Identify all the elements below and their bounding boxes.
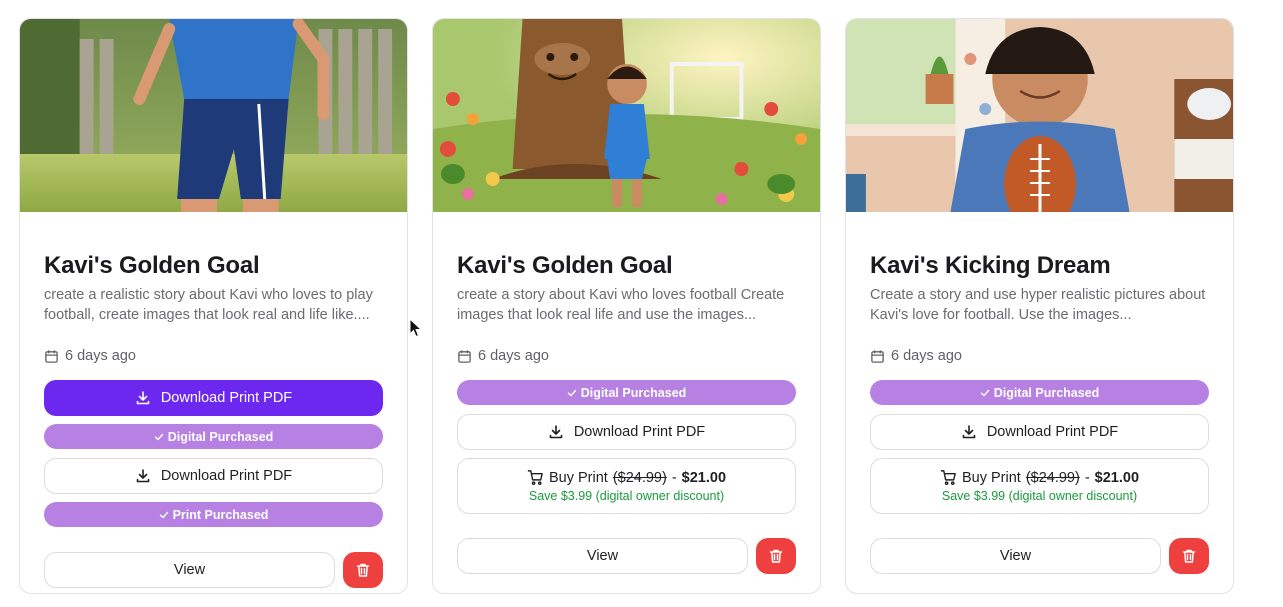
buy-print-line: Buy Print ($24.99) - $21.00: [527, 469, 726, 486]
download-button-label: Download Print PDF: [986, 424, 1119, 440]
view-button[interactable]: View: [44, 552, 335, 588]
download-icon: [549, 425, 563, 439]
view-button[interactable]: View: [457, 538, 748, 574]
story-description: create a realistic story about Kavi who …: [44, 287, 373, 323]
badge-label: Print Purchased: [172, 507, 269, 522]
original-price: ($24.99): [612, 469, 667, 486]
story-card: Kavi's Kicking Dream Create a story and …: [845, 18, 1234, 594]
download-print-pdf-button[interactable]: Download Print PDF: [44, 458, 383, 494]
view-button[interactable]: View: [870, 538, 1161, 574]
view-button-label: View: [173, 562, 206, 578]
trash-icon: [356, 563, 370, 577]
download-icon: [136, 391, 150, 405]
buy-print-label: Buy Print: [961, 469, 1021, 486]
calendar-icon: [45, 349, 58, 363]
trash-icon: [1182, 549, 1196, 563]
story-cover-image[interactable]: [846, 19, 1233, 212]
calendar-icon: [871, 349, 884, 363]
trash-icon: [769, 549, 783, 563]
view-button-label: View: [999, 548, 1032, 564]
buy-print-label: Buy Print: [548, 469, 608, 486]
story-date-text: 6 days ago: [891, 348, 962, 364]
discounted-price: $21.00: [1094, 469, 1140, 486]
discount-note: Save $3.99 (digital owner discount): [941, 489, 1138, 503]
story-title: Kavi's Golden Goal: [44, 252, 260, 279]
story-cover-image[interactable]: [20, 19, 407, 212]
story-date-text: 6 days ago: [65, 348, 136, 364]
discount-note: Save $3.99 (digital owner discount): [528, 489, 725, 503]
story-date: 6 days ago: [870, 348, 962, 364]
badge-label: Digital Purchased: [580, 385, 687, 400]
badge-label: Digital Purchased: [993, 385, 1100, 400]
story-date: 6 days ago: [457, 348, 549, 364]
mouse-pointer-icon: [409, 318, 422, 338]
calendar-icon: [458, 349, 471, 363]
download-print-pdf-button[interactable]: Download Print PDF: [457, 414, 796, 450]
digital-purchased-badge: Digital Purchased: [457, 380, 796, 405]
shopping-cart-icon: [527, 470, 543, 486]
badge-label: Digital Purchased: [167, 429, 274, 444]
delete-button[interactable]: [343, 552, 383, 588]
check-icon: [159, 511, 168, 518]
shopping-cart-icon: [940, 470, 956, 486]
delete-button[interactable]: [1169, 538, 1209, 574]
download-print-pdf-button[interactable]: Download Print PDF: [44, 380, 383, 416]
view-button-label: View: [586, 548, 619, 564]
story-cover-image[interactable]: [433, 19, 820, 212]
price-separator: -: [1084, 469, 1090, 486]
check-icon: [567, 389, 576, 396]
digital-purchased-badge: Digital Purchased: [44, 424, 383, 449]
story-date: 6 days ago: [44, 348, 136, 364]
print-purchased-badge: Print Purchased: [44, 502, 383, 527]
download-button-label: Download Print PDF: [573, 424, 706, 440]
download-icon: [962, 425, 976, 439]
price-separator: -: [671, 469, 677, 486]
download-icon: [136, 469, 150, 483]
story-card: Kavi's Golden Goal create a realistic st…: [19, 18, 408, 594]
digital-purchased-badge: Digital Purchased: [870, 380, 1209, 405]
check-icon: [154, 433, 163, 440]
check-icon: [980, 389, 989, 396]
buy-print-button[interactable]: Buy Print ($24.99) - $21.00 Save $3.99 (…: [870, 458, 1209, 514]
download-button-label: Download Print PDF: [160, 468, 293, 484]
story-description: create a story about Kavi who loves foot…: [457, 287, 785, 323]
story-date-text: 6 days ago: [478, 348, 549, 364]
discounted-price: $21.00: [681, 469, 727, 486]
delete-button[interactable]: [756, 538, 796, 574]
original-price: ($24.99): [1025, 469, 1080, 486]
story-description: Create a story and use hyper realistic p…: [870, 287, 1206, 323]
story-card: Kavi's Golden Goal create a story about …: [432, 18, 821, 594]
story-title: Kavi's Kicking Dream: [870, 252, 1111, 279]
buy-print-button[interactable]: Buy Print ($24.99) - $21.00 Save $3.99 (…: [457, 458, 796, 514]
download-print-pdf-button[interactable]: Download Print PDF: [870, 414, 1209, 450]
download-button-label: Download Print PDF: [160, 390, 293, 406]
buy-print-line: Buy Print ($24.99) - $21.00: [940, 469, 1139, 486]
story-title: Kavi's Golden Goal: [457, 252, 673, 279]
